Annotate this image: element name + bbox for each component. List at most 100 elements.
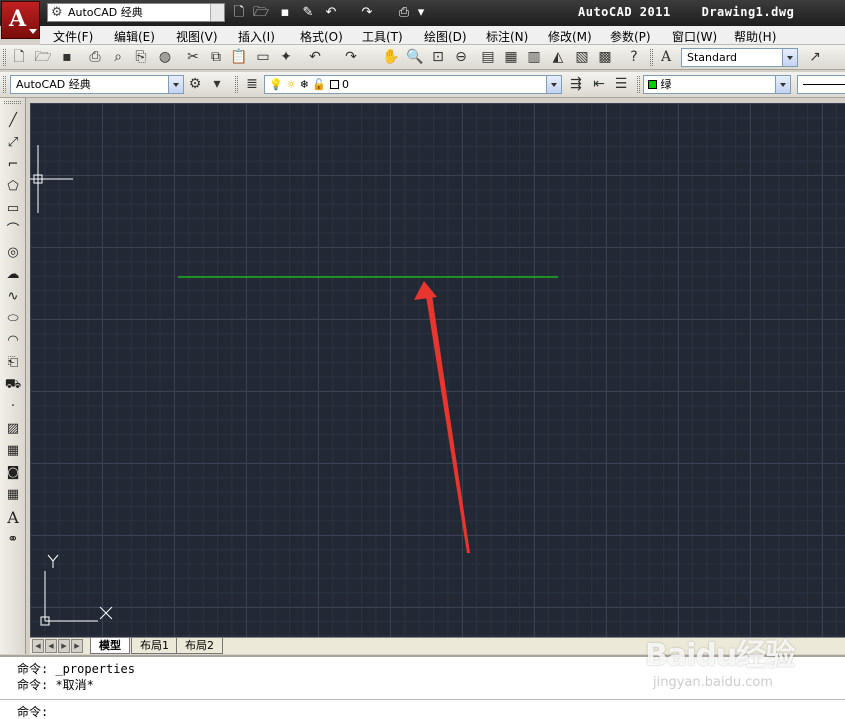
first-tab-icon[interactable]: ◀ (32, 639, 44, 653)
polygon-icon[interactable]: ⬠ (3, 177, 23, 197)
plot-preview-icon[interactable]: ⌕ (108, 48, 128, 67)
cut-icon[interactable]: ✂ (183, 48, 203, 67)
drawing-canvas[interactable] (30, 103, 845, 637)
linetype-select[interactable] (797, 75, 845, 94)
command-input[interactable]: 命令: (0, 699, 845, 719)
copy-icon[interactable]: ⧉ (206, 48, 226, 67)
text-style-select[interactable]: Standard (681, 48, 798, 67)
tab-layout2[interactable]: 布局2 (176, 638, 223, 654)
chevron-down-icon[interactable] (782, 49, 797, 66)
dimension-style-icon[interactable]: ↗ (805, 48, 825, 67)
text-style-icon[interactable]: A (656, 48, 676, 67)
tab-layout1[interactable]: 布局1 (131, 638, 178, 654)
arc-icon[interactable]: ⌒ (3, 221, 23, 241)
sheet-set-icon[interactable]: ▧ (572, 48, 592, 67)
publish-icon[interactable]: ⎘ (131, 48, 151, 67)
menu-file[interactable]: 文件(F) (53, 28, 93, 45)
design-center-icon[interactable]: ▦ (501, 48, 521, 67)
menu-help[interactable]: 帮助(H) (734, 28, 776, 45)
layer-state-icon[interactable]: ☰ (611, 75, 631, 94)
save-icon[interactable]: ▪ (276, 4, 294, 21)
chevron-down-icon[interactable] (210, 4, 224, 21)
ellipse-icon[interactable]: ⬭ (3, 309, 23, 329)
markup-icon[interactable]: ◭ (548, 48, 568, 67)
open-folder-icon[interactable]: 🗁 (252, 4, 270, 21)
redo-icon[interactable]: ↷ (358, 4, 376, 21)
3d-dwf-icon[interactable]: ◍ (155, 48, 175, 67)
chevron-down-icon[interactable] (168, 76, 183, 93)
workspace-settings-icon[interactable]: ⚙ (185, 75, 205, 94)
save-icon[interactable]: ▪ (57, 48, 77, 67)
pan-hand-icon[interactable]: ✋ (381, 48, 401, 67)
toolbar-grip[interactable] (4, 101, 21, 104)
menu-format[interactable]: 格式(O) (300, 28, 343, 45)
calculator-icon[interactable]: ▩ (595, 48, 615, 67)
toolbar-grip[interactable] (3, 76, 6, 93)
spline-icon[interactable]: ∿ (3, 287, 23, 307)
add-selected-icon[interactable]: ⚭ (3, 530, 23, 550)
layer-previous-icon[interactable]: ⇤ (589, 75, 609, 94)
toolbar-grip[interactable] (235, 76, 238, 93)
menu-parameter[interactable]: 参数(P) (610, 28, 651, 45)
menu-edit[interactable]: 编辑(E) (114, 28, 155, 45)
customize-icon[interactable]: ▾ (207, 75, 227, 94)
ellipse-arc-icon[interactable]: ◠ (3, 331, 23, 351)
insert-block-icon[interactable]: ⎗ (3, 353, 23, 373)
menu-insert[interactable]: 插入(I) (238, 28, 275, 45)
revision-cloud-icon[interactable]: ☁ (3, 265, 23, 285)
open-folder-icon[interactable]: 🗁 (33, 48, 53, 67)
make-object-layer-current-icon[interactable]: ⇶ (566, 75, 586, 94)
application-menu-button[interactable]: A (1, 1, 40, 39)
zoom-realtime-icon[interactable]: 🔍 (405, 48, 425, 67)
construction-line-icon[interactable]: ⤢ (3, 133, 23, 153)
zoom-previous-icon[interactable]: ⊖ (451, 48, 471, 67)
help-icon[interactable]: ? (624, 48, 644, 67)
plot-icon[interactable]: ⎙ (85, 48, 105, 67)
menu-view[interactable]: 视图(V) (176, 28, 218, 45)
workspace-select[interactable]: AutoCAD 经典 (10, 75, 184, 94)
paste-icon[interactable]: 📋 (229, 48, 249, 67)
properties-icon[interactable]: ▤ (478, 48, 498, 67)
hatch-icon[interactable]: ▨ (3, 419, 23, 439)
circle-icon[interactable]: ◎ (3, 243, 23, 263)
next-tab-icon[interactable]: ▶ (58, 639, 70, 653)
layer-properties-icon[interactable]: ≣ (242, 75, 262, 94)
zoom-window-icon[interactable]: ⊡ (428, 48, 448, 67)
block-editor-icon[interactable]: ✦ (276, 48, 296, 67)
chevron-down-icon[interactable] (546, 76, 561, 93)
menu-window[interactable]: 窗口(W) (672, 28, 717, 45)
redo-icon[interactable]: ↷ (341, 48, 361, 67)
undo-icon[interactable]: ↶ (322, 4, 340, 21)
previous-tab-icon[interactable]: ◀ (45, 639, 57, 653)
workspace-selector[interactable]: ⚙ AutoCAD 经典 (47, 3, 225, 22)
menu-dimension[interactable]: 标注(N) (486, 28, 528, 45)
plot-icon[interactable]: ⎙ (395, 4, 413, 21)
menu-draw[interactable]: 绘图(D) (424, 28, 467, 45)
line-icon[interactable]: ╱ (3, 111, 23, 131)
rectangle-icon[interactable]: ▭ (3, 199, 23, 219)
menu-modify[interactable]: 修改(M) (548, 28, 592, 45)
make-block-icon[interactable]: ⛟ (3, 375, 23, 395)
chevron-down-icon[interactable] (775, 76, 790, 93)
toolbar-grip[interactable] (3, 49, 6, 66)
region-icon[interactable]: ◙ (3, 463, 23, 483)
tool-palettes-icon[interactable]: ▥ (524, 48, 544, 67)
toolbar-grip[interactable] (650, 49, 653, 66)
menu-tools[interactable]: 工具(T) (362, 28, 403, 45)
tab-model[interactable]: 模型 (90, 638, 130, 654)
layer-select[interactable]: 💡 ☼ ❄ 🔓 0 (264, 75, 562, 94)
polyline-icon[interactable]: ⌐ (3, 155, 23, 175)
undo-icon[interactable]: ↶ (305, 48, 325, 67)
match-properties-icon[interactable]: ▭ (253, 48, 273, 67)
multiline-text-icon[interactable]: A (3, 508, 23, 528)
save-as-icon[interactable]: ✎ (299, 4, 317, 21)
last-tab-icon[interactable]: ▶ (71, 639, 83, 653)
new-file-icon[interactable]: 🗋 (9, 48, 29, 67)
point-icon[interactable]: · (3, 397, 23, 417)
gradient-icon[interactable]: ▦ (3, 441, 23, 461)
quick-access-menu-icon[interactable]: ▾ (415, 4, 427, 21)
new-file-icon[interactable]: 🗋 (230, 4, 248, 21)
toolbar-grip[interactable] (637, 76, 640, 93)
color-select[interactable]: 绿 (643, 75, 791, 94)
table-icon[interactable]: ▦ (3, 485, 23, 505)
